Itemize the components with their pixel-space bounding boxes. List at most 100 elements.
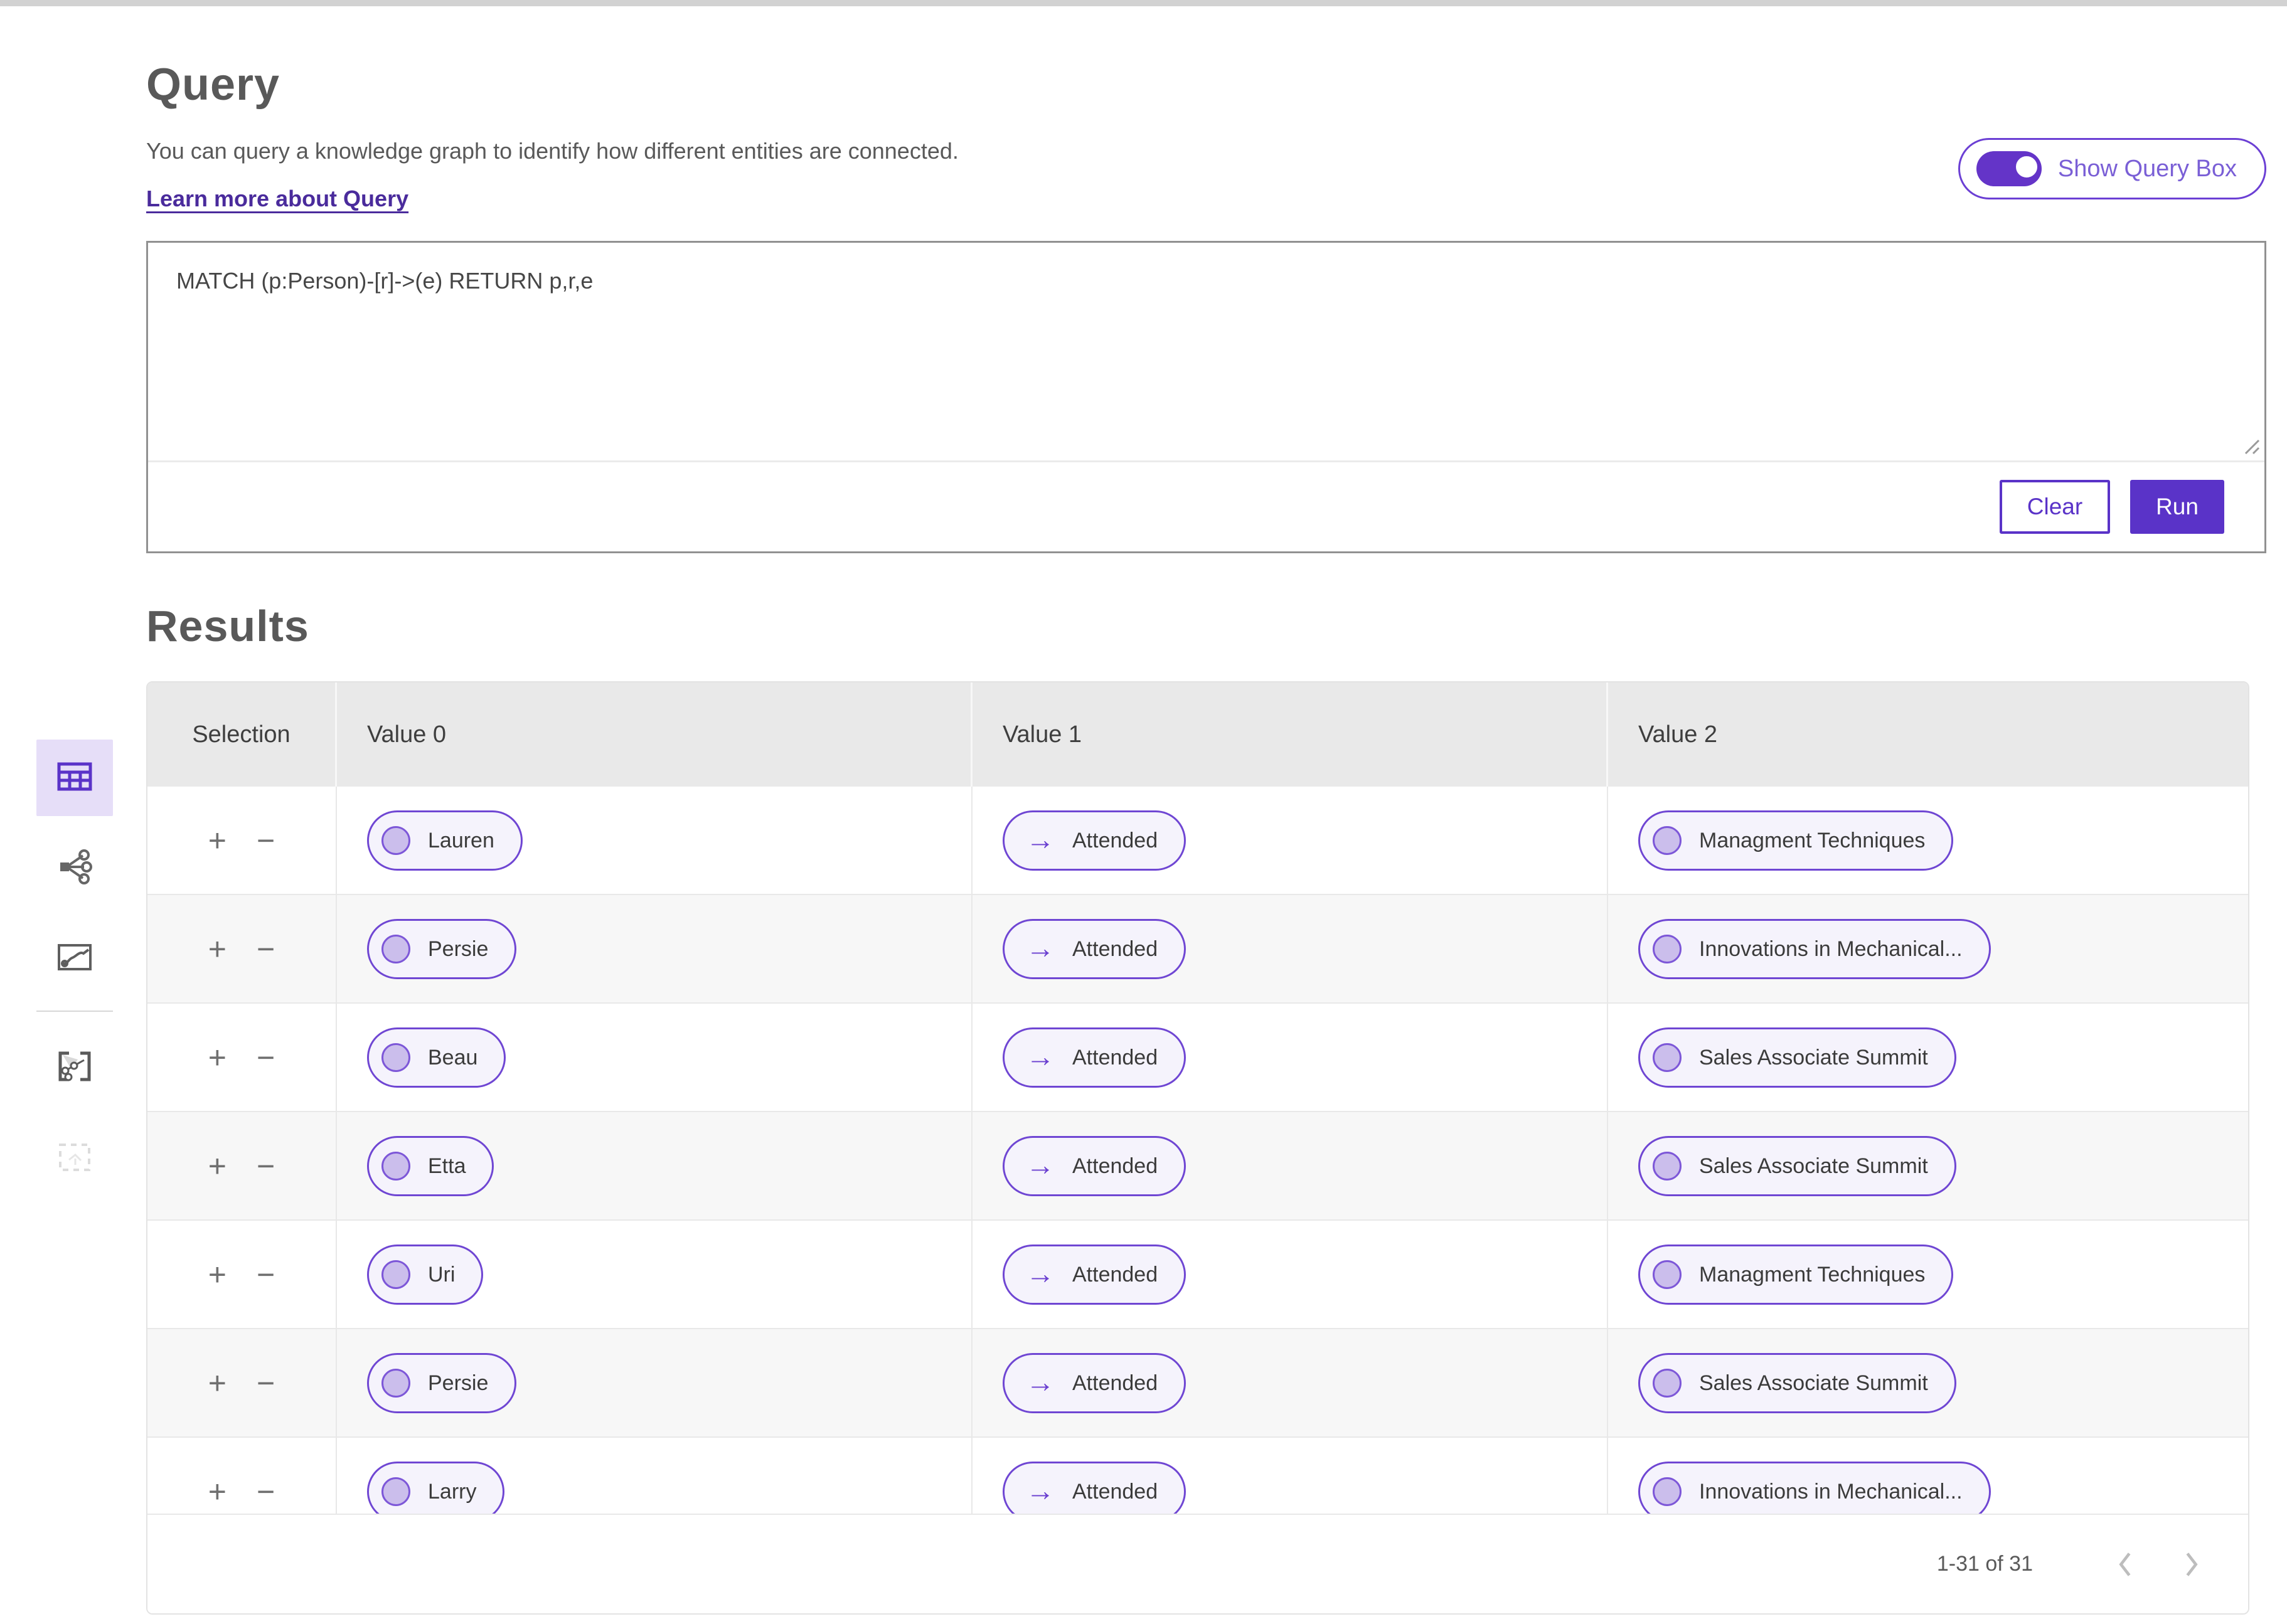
learn-more-link[interactable]: Learn more about Query xyxy=(146,186,408,212)
node-pill[interactable]: Persie xyxy=(367,919,516,979)
node-circle-icon xyxy=(1653,1477,1682,1506)
node-pill[interactable]: Sales Associate Summit xyxy=(1638,1136,1956,1196)
node-pill[interactable]: Larry xyxy=(367,1462,504,1514)
value1-cell: →Attended xyxy=(973,1221,1608,1328)
edge-pill[interactable]: →Attended xyxy=(1003,919,1186,979)
plus-icon[interactable]: + xyxy=(208,1150,227,1182)
pill-label: Lauren xyxy=(428,830,494,851)
node-circle-icon xyxy=(381,826,410,855)
clear-button[interactable]: Clear xyxy=(2000,480,2110,534)
edge-pill[interactable]: →Attended xyxy=(1003,1245,1186,1305)
column-header-selection: Selection xyxy=(147,682,337,787)
node-circle-icon xyxy=(1653,935,1682,963)
graph-frame-icon xyxy=(55,1047,94,1089)
plus-icon[interactable]: + xyxy=(208,1476,227,1507)
value0-cell: Uri xyxy=(337,1221,973,1328)
value1-cell: →Attended xyxy=(973,1329,1608,1436)
node-pill[interactable]: Beau xyxy=(367,1027,506,1088)
node-pill[interactable]: Innovations in Mechanical... xyxy=(1638,919,1991,979)
value1-cell: → Attended xyxy=(973,1004,1608,1111)
toggle-knob xyxy=(2014,154,2039,179)
minus-icon[interactable]: − xyxy=(257,825,275,856)
chevron-right-icon[interactable] xyxy=(2170,1542,2214,1586)
node-pill[interactable]: Uri xyxy=(367,1245,483,1305)
node-pill[interactable]: Persie xyxy=(367,1353,516,1413)
selection-cell: + − xyxy=(147,787,337,894)
node-circle-icon xyxy=(1653,1260,1682,1289)
node-pill[interactable]: Innovations in Mechanical... xyxy=(1638,1462,1991,1514)
main-content: Query You can query a knowledge graph to… xyxy=(0,59,2287,1615)
edge-pill[interactable]: →Attended xyxy=(1003,1462,1186,1514)
node-pill[interactable]: Managment Techniques xyxy=(1638,1245,1953,1305)
page-description: You can query a knowledge graph to ident… xyxy=(146,138,959,164)
minus-icon[interactable]: − xyxy=(257,1150,275,1182)
value1-cell: → Attended xyxy=(973,787,1608,894)
table-row: + − Persie →Attended Sales Associate Sum… xyxy=(147,1329,2248,1438)
arrow-right-icon: → xyxy=(1026,1150,1055,1179)
node-pill[interactable]: Lauren xyxy=(367,810,523,871)
plus-icon[interactable]: + xyxy=(208,933,227,965)
toggle-switch-icon[interactable] xyxy=(1976,151,2042,186)
sidebar-item-network-view[interactable] xyxy=(36,830,113,906)
query-input[interactable]: MATCH (p:Person)-[r]->(e) RETURN p,r,e xyxy=(148,243,2264,460)
sidebar-divider xyxy=(36,1011,113,1012)
chevron-left-icon[interactable] xyxy=(2103,1542,2147,1586)
value2-cell: Sales Associate Summit xyxy=(1608,1004,2248,1111)
node-pill[interactable]: Sales Associate Summit xyxy=(1638,1027,1956,1088)
node-circle-icon xyxy=(381,1043,410,1072)
minus-icon[interactable]: − xyxy=(257,1476,275,1507)
value2-cell: Innovations in Mechanical... xyxy=(1608,895,2248,1002)
value0-cell: Etta xyxy=(337,1112,973,1219)
pill-label: Sales Associate Summit xyxy=(1699,1155,1928,1177)
value0-cell: Lauren xyxy=(337,787,973,894)
edge-pill[interactable]: →Attended xyxy=(1003,1353,1186,1413)
results-region: Selection Value 0 Value 1 Value 2 + − La… xyxy=(146,681,2266,1615)
results-title: Results xyxy=(146,601,2266,651)
edge-pill[interactable]: → Attended xyxy=(1003,810,1186,871)
value0-cell: Beau xyxy=(337,1004,973,1111)
sidebar-item-graph-frame-view[interactable] xyxy=(36,1029,113,1106)
plus-icon[interactable]: + xyxy=(208,1367,227,1399)
minus-icon[interactable]: − xyxy=(257,1259,275,1290)
arrow-right-icon: → xyxy=(1026,1042,1055,1071)
pill-label: Beau xyxy=(428,1047,477,1068)
table-footer: 1-31 of 31 xyxy=(147,1514,2248,1613)
pill-label: Managment Techniques xyxy=(1699,830,1925,851)
run-button[interactable]: Run xyxy=(2130,480,2224,534)
arrow-right-icon: → xyxy=(1026,1367,1055,1396)
pill-label: Attended xyxy=(1072,1047,1158,1068)
show-query-box-toggle[interactable]: Show Query Box xyxy=(1958,138,2266,199)
plus-icon[interactable]: + xyxy=(208,1042,227,1073)
sidebar-item-table-view[interactable] xyxy=(36,740,113,816)
pill-label: Attended xyxy=(1072,830,1158,851)
pill-label: Innovations in Mechanical... xyxy=(1699,938,1963,960)
node-circle-icon xyxy=(1653,826,1682,855)
selection-cell: + − xyxy=(147,1004,337,1111)
minus-icon[interactable]: − xyxy=(257,933,275,965)
table-header-row: Selection Value 0 Value 1 Value 2 xyxy=(147,682,2248,787)
arrow-right-icon: → xyxy=(1026,825,1055,854)
pill-label: Persie xyxy=(428,938,488,960)
node-pill[interactable]: Sales Associate Summit xyxy=(1638,1353,1956,1413)
resize-handle-icon[interactable] xyxy=(2238,433,2261,455)
sidebar-item-chart-view[interactable] xyxy=(36,920,113,997)
value2-cell: Sales Associate Summit xyxy=(1608,1112,2248,1219)
plus-icon[interactable]: + xyxy=(208,1259,227,1290)
table-row: + − Uri →Attended Managment Techniques xyxy=(147,1221,2248,1329)
node-pill[interactable]: Etta xyxy=(367,1136,494,1196)
value1-cell: →Attended xyxy=(973,1438,1608,1514)
edge-pill[interactable]: → Attended xyxy=(1003,1136,1186,1196)
pill-label: Attended xyxy=(1072,938,1158,960)
dashed-box-icon xyxy=(55,1137,94,1179)
plus-icon[interactable]: + xyxy=(208,825,227,856)
minus-icon[interactable]: − xyxy=(257,1367,275,1399)
node-circle-icon xyxy=(1653,1369,1682,1398)
network-icon xyxy=(55,847,94,889)
node-pill[interactable]: Managment Techniques xyxy=(1638,810,1953,871)
minus-icon[interactable]: − xyxy=(257,1042,275,1073)
table-body: + − Lauren → Attended Managment Technique… xyxy=(147,787,2248,1514)
pill-label: Attended xyxy=(1072,1155,1158,1177)
value0-cell: Persie xyxy=(337,895,973,1002)
selection-cell: + − xyxy=(147,1221,337,1328)
edge-pill[interactable]: → Attended xyxy=(1003,1027,1186,1088)
